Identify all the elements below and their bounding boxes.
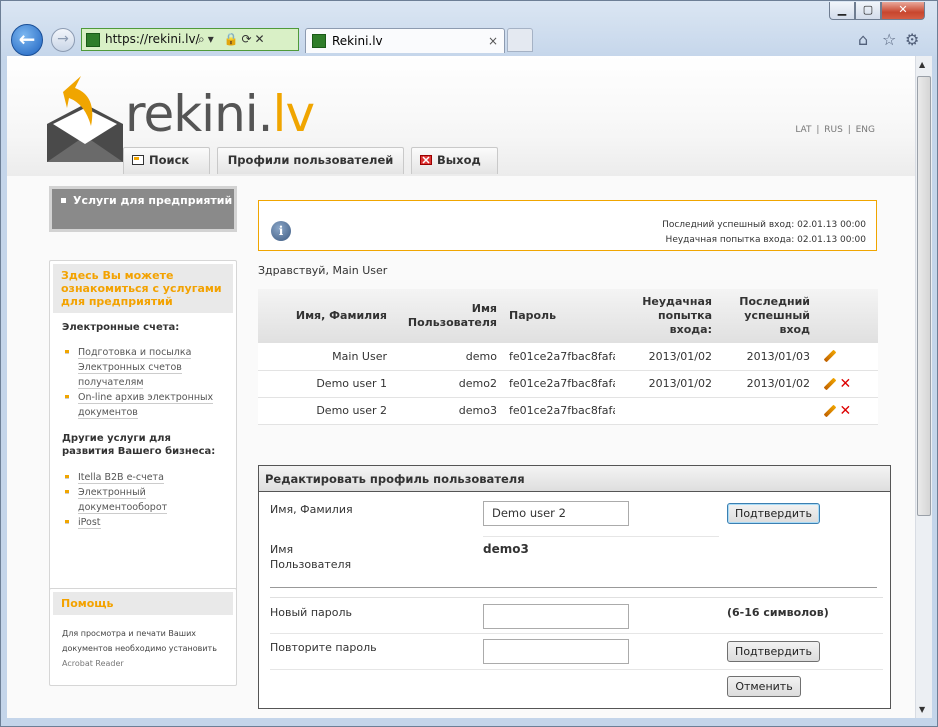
search-icon — [132, 155, 144, 165]
favorites-star-icon[interactable]: ☆ — [882, 30, 896, 49]
sidebar-item-business-services[interactable]: Услуги для предприятий — [49, 186, 237, 232]
page-content: rekini.lv LAT | RUS | ENG Поиск Профили … — [7, 56, 915, 718]
bullet-icon — [65, 490, 69, 494]
home-icon[interactable]: ⌂ — [858, 30, 868, 49]
arrow-right-icon: → — [57, 31, 69, 47]
name-input[interactable]: Demo user 2 — [483, 501, 629, 526]
edit-pencil-icon[interactable] — [822, 404, 836, 418]
section-e-invoices: Электронные счета: — [62, 322, 180, 333]
bullet-icon — [65, 520, 69, 524]
maximize-button[interactable]: ▢ — [855, 2, 881, 20]
close-window-button[interactable]: ✕ — [881, 2, 925, 20]
bullet-icon — [65, 475, 69, 479]
link-online-archive[interactable]: On-line архив электронных документов — [50, 390, 236, 420]
name-label: Имя, Фамилия — [270, 503, 353, 516]
table-row: Demo user 2 demo3 fe01ce2a7fbac8fafa ✕ — [258, 397, 878, 425]
site-favicon-icon — [86, 33, 100, 47]
nav-exit[interactable]: Выход — [411, 147, 498, 174]
bullet-icon — [65, 395, 69, 399]
nav-user-profiles[interactable]: Профили пользователей — [217, 147, 404, 174]
address-url[interactable]: https://rekini.lv/ — [105, 29, 200, 50]
sidebar-item-label: Услуги для предприятий — [73, 194, 233, 207]
table-row: Demo user 1 demo2 fe01ce2a7fbac8fafa 201… — [258, 370, 878, 398]
username-value: demo3 — [483, 542, 529, 556]
edit-pencil-icon[interactable] — [822, 349, 836, 363]
confirm-name-button[interactable]: Подтвердить — [727, 503, 820, 524]
scroll-up-icon[interactable]: ▲ — [919, 60, 925, 69]
scroll-down-icon[interactable]: ▼ — [919, 705, 925, 714]
acrobat-reader-link[interactable]: Acrobat Reader — [62, 659, 124, 668]
edit-profile-panel: Редактировать профиль пользователя Имя, … — [258, 465, 891, 709]
last-failed-login: Неудачная попытка входа: 02.01.13 00:00 — [665, 235, 866, 245]
link-invoice-preparation[interactable]: Подготовка и посылка Электронных счетов … — [50, 345, 236, 390]
nav-search[interactable]: Поиск — [123, 147, 210, 174]
delete-x-icon[interactable]: ✕ — [840, 377, 854, 391]
table-row: Main User demo fe01ce2a7fbac8fafa 2013/0… — [258, 343, 878, 371]
repeat-password-label: Повторите пароль — [270, 641, 377, 654]
logo-text-accent: lv — [272, 85, 315, 143]
col-name: Имя, Фамилия — [258, 289, 393, 343]
link-itella-b2b[interactable]: Itella B2B e-счета — [50, 470, 236, 485]
language-switcher: LAT | RUS | ENG — [795, 125, 875, 135]
browser-window: ▁ ▢ ✕ ← → https://rekini.lv/ ⌕▾ 🔒⟳✕ Reki… — [0, 0, 938, 727]
tab-title: Rekini.lv — [332, 34, 383, 48]
address-bar[interactable]: https://rekini.lv/ ⌕▾ 🔒⟳✕ — [81, 28, 299, 51]
nav-search-label: Поиск — [149, 153, 190, 167]
minimize-button[interactable]: ▁ — [829, 2, 855, 20]
arrow-left-icon: ← — [18, 27, 36, 51]
new-password-label: Новый пароль — [270, 606, 352, 619]
col-username: Имя Пользователя — [393, 289, 503, 343]
site-header: rekini.lv LAT | RUS | ENG Поиск Профили … — [7, 56, 915, 176]
repeat-password-input[interactable] — [483, 639, 629, 664]
exit-icon — [420, 155, 432, 165]
scrollbar-thumb[interactable] — [917, 76, 931, 516]
new-password-input[interactable] — [483, 604, 629, 629]
lang-rus[interactable]: RUS — [824, 125, 843, 135]
forward-button[interactable]: → — [51, 28, 75, 52]
bullet-icon — [65, 350, 69, 354]
users-table: Имя, Фамилия Имя Пользователя Пароль Неу… — [258, 289, 878, 425]
back-button[interactable]: ← — [11, 24, 43, 56]
tab-favicon-icon — [312, 34, 326, 48]
edit-profile-title: Редактировать профиль пользователя — [259, 466, 890, 492]
help-text: Для просмотра и печати Ваших документов … — [62, 629, 217, 668]
new-tab-button[interactable] — [507, 28, 533, 52]
help-box: Помощь Для просмотра и печати Ваших доку… — [49, 588, 237, 686]
col-last-login: Последний успешный вход — [718, 289, 816, 343]
edit-pencil-icon[interactable] — [822, 377, 836, 391]
delete-x-icon[interactable]: ✕ — [840, 404, 854, 418]
services-info-box: Здесь Вы можете ознакомиться с услугами … — [49, 260, 237, 592]
address-tools-icons[interactable]: ⌕▾ 🔒⟳✕ — [198, 29, 268, 50]
greeting-text: Здравствуй, Main User — [258, 264, 388, 277]
nav-profiles-label: Профили пользователей — [227, 153, 394, 167]
info-icon: i — [271, 221, 291, 241]
lang-eng[interactable]: ENG — [856, 125, 875, 135]
lang-lat[interactable]: LAT — [795, 125, 811, 135]
tab-close-icon[interactable]: × — [488, 29, 498, 53]
services-box-title: Здесь Вы можете ознакомиться с услугами … — [53, 264, 233, 313]
col-failed-login: Неудачная попытка входа: — [621, 289, 718, 343]
password-hint: (6-16 символов) — [727, 606, 829, 619]
vertical-scrollbar[interactable]: ▲ ▼ — [915, 56, 932, 718]
bullet-square-icon — [61, 198, 66, 203]
last-success-login: Последний успешный вход: 02.01.13 00:00 — [662, 220, 866, 230]
logo-text-main: rekini. — [125, 85, 274, 143]
section-other-services: Другие услуги для развития Вашего бизнес… — [62, 433, 216, 457]
browser-tab[interactable]: Rekini.lv × — [305, 28, 505, 53]
help-box-title: Помощь — [53, 592, 233, 615]
col-password: Пароль — [503, 289, 621, 343]
link-ipost[interactable]: iPost — [50, 515, 236, 530]
gear-icon[interactable]: ⚙ — [905, 30, 919, 49]
confirm-password-button[interactable]: Подтвердить — [727, 641, 820, 662]
site-logo[interactable]: rekini.lv — [125, 84, 315, 144]
login-info-box: i Последний успешный вход: 02.01.13 00:0… — [258, 200, 877, 251]
link-document-flow[interactable]: Электронный документооборот — [50, 485, 236, 515]
cancel-button[interactable]: Отменить — [727, 676, 801, 697]
envelope-logo-icon — [47, 76, 123, 162]
username-label: Имя Пользователя — [270, 543, 352, 571]
col-actions — [816, 289, 878, 343]
nav-exit-label: Выход — [437, 153, 481, 167]
